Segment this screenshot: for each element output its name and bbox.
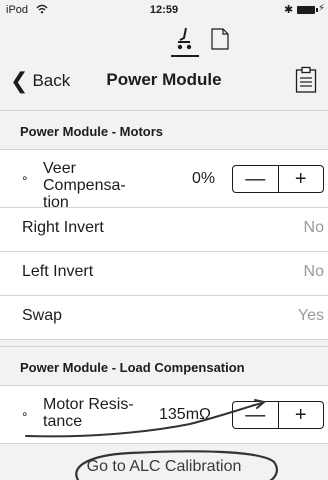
section-header-load-compensation: Power Module - Load Compensation: [0, 346, 328, 386]
increment-button[interactable]: +: [277, 166, 324, 192]
alc-calibration-link[interactable]: Go to ALC Calibration: [0, 458, 328, 476]
active-tab-indicator: [171, 55, 199, 57]
veer-compensation-row: ∘ Veer Compensa- tion 0% — +: [0, 150, 328, 211]
increment-button[interactable]: +: [277, 402, 324, 428]
section-header-motors: Power Module - Motors: [0, 110, 328, 150]
bullet: ∘: [21, 407, 29, 421]
status-bar: iPod 12:59 ✱ ⚡: [0, 0, 328, 20]
navigation-bar: ❮ Back Power Module: [0, 58, 328, 104]
left-invert-value: No: [303, 263, 324, 280]
bluetooth-icon: ✱: [284, 4, 294, 16]
decrement-button[interactable]: —: [233, 402, 278, 428]
power-module-screen: iPod 12:59 ✱ ⚡ ❮ Back Power Module Power…: [0, 0, 328, 480]
document-icon[interactable]: [210, 28, 230, 50]
charging-icon: ⚡: [318, 3, 326, 14]
label-line-2: tance: [43, 413, 83, 430]
left-invert-row[interactable]: Left Invert No: [0, 252, 328, 296]
clipboard-icon[interactable]: [295, 66, 317, 94]
wheelchair-settings-icon[interactable]: [172, 26, 196, 52]
motor-resistance-row: ∘ Motor Resis- tance 135mΩ — +: [0, 386, 328, 444]
swap-value: Yes: [297, 307, 324, 324]
left-invert-label: Left Invert: [22, 263, 94, 280]
motor-resistance-label: Motor Resis- tance: [43, 396, 161, 430]
bullet: ∘: [21, 171, 29, 185]
right-invert-row[interactable]: Right Invert No: [0, 208, 328, 252]
right-invert-label: Right Invert: [22, 219, 104, 236]
label-line-1: Veer Compensa-: [43, 160, 126, 194]
motor-resistance-stepper: — +: [232, 401, 324, 429]
veer-compensation-label: Veer Compensa- tion: [43, 160, 161, 211]
page-title: Power Module: [106, 70, 222, 89]
decrement-button[interactable]: —: [233, 166, 278, 192]
status-time: 12:59: [149, 4, 179, 16]
battery-icon: [297, 6, 318, 14]
swap-row[interactable]: Swap Yes: [0, 296, 328, 340]
swap-label: Swap: [22, 307, 63, 324]
veer-compensation-stepper: — +: [232, 165, 324, 193]
motor-resistance-value: 135mΩ: [159, 406, 211, 423]
label-line-1: Motor Resis-: [43, 396, 134, 413]
veer-compensation-value: 0%: [192, 170, 216, 187]
right-invert-value: No: [303, 219, 324, 236]
view-tabs: [0, 24, 328, 57]
